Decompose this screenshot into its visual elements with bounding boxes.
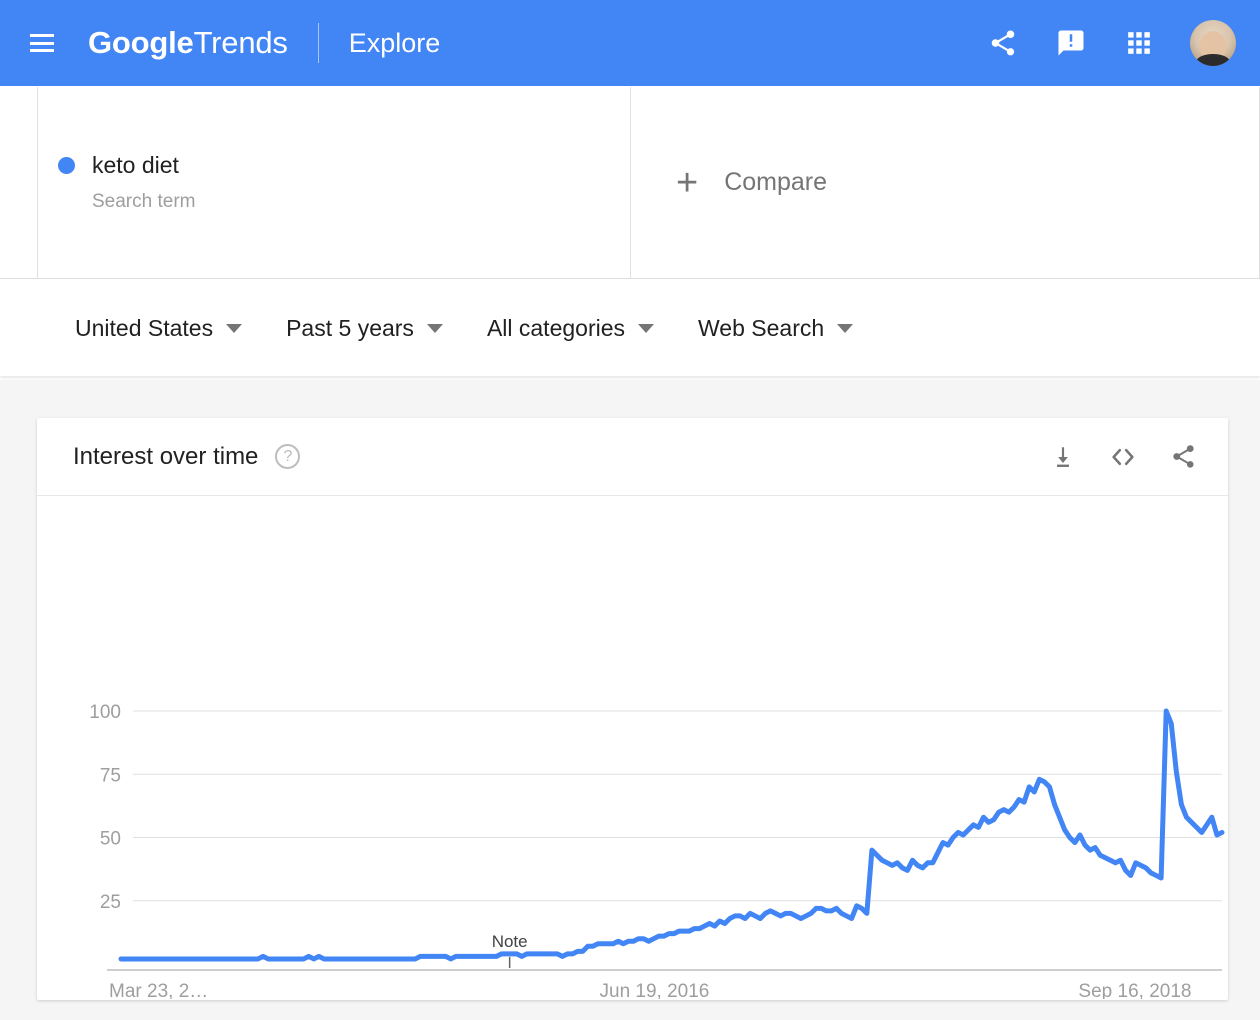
- filter-bar: United States Past 5 years All categorie…: [0, 280, 1260, 376]
- download-icon[interactable]: [1048, 442, 1078, 472]
- filter-location-label: United States: [75, 314, 214, 341]
- interest-over-time-chart[interactable]: 25 50 75 100 Mar 23, 2… Jun 19, 2016 Sep 16, 2…: [37, 496, 1228, 999]
- header-divider: [317, 23, 319, 63]
- google-trends-logo[interactable]: GoogleTrends: [88, 25, 288, 61]
- user-avatar[interactable]: [1190, 20, 1236, 66]
- hamburger-icon[interactable]: [30, 34, 54, 52]
- compare-label: Compare: [724, 168, 828, 196]
- filter-category[interactable]: All categories: [486, 314, 655, 342]
- feedback-icon[interactable]: [1054, 26, 1088, 60]
- chevron-down-icon: [226, 323, 243, 333]
- brand-google: Google: [88, 25, 194, 60]
- filter-location[interactable]: United States: [75, 314, 243, 342]
- plus-icon: +: [676, 161, 699, 204]
- share-icon[interactable]: [986, 26, 1020, 60]
- series-color-dot: [58, 157, 75, 174]
- header-actions: [986, 20, 1236, 66]
- filter-list: United States Past 5 years All categorie…: [75, 314, 854, 342]
- y-axis-tick-label: 100: [89, 702, 121, 723]
- filter-time-range-label: Past 5 years: [286, 314, 414, 341]
- chart-card-header: Interest over time ?: [37, 418, 1228, 496]
- filter-search-type-label: Web Search: [698, 314, 825, 341]
- trend-line-series: [118, 708, 1225, 962]
- compare-button[interactable]: + Compare: [631, 87, 1260, 278]
- search-terms-row: keto diet Search term + Compare: [0, 87, 1260, 279]
- x-axis-tick-label: Sep 16, 2018: [1078, 981, 1191, 999]
- apps-grid-icon[interactable]: [1122, 26, 1156, 60]
- search-term-type: Search term: [92, 191, 196, 212]
- trend-line-chart: 25 50 75 100 Mar 23, 2… Jun 19, 2016 Sep 16, 2…: [89, 702, 1225, 999]
- y-axis-tick-label: 50: [100, 829, 121, 850]
- filter-search-type[interactable]: Web Search: [698, 314, 854, 342]
- chart-note-annotation: Note: [492, 932, 528, 951]
- y-axis-tick-label: 25: [100, 892, 121, 913]
- brand-trends: Trends: [193, 25, 288, 60]
- filter-category-label: All categories: [486, 314, 626, 341]
- filter-time-range[interactable]: Past 5 years: [286, 315, 443, 342]
- page-body: Interest over time ? 25 50 75 100 Mar 23…: [0, 380, 1260, 1020]
- chevron-down-icon: [837, 323, 854, 333]
- chart-card-actions: [1048, 442, 1198, 472]
- y-axis-tick-label: 75: [100, 765, 121, 786]
- app-header: GoogleTrends Explore: [0, 0, 1260, 86]
- page-title: Interest over time: [73, 442, 259, 470]
- interest-over-time-card: Interest over time ? 25 50 75 100 Mar 23…: [37, 418, 1228, 1000]
- chevron-down-icon: [638, 323, 655, 333]
- search-term-line: keto diet: [58, 152, 630, 179]
- explore-nav-item[interactable]: Explore: [349, 28, 441, 59]
- x-axis-tick-label: Jun 19, 2016: [600, 981, 710, 999]
- help-circle-icon[interactable]: ?: [275, 444, 301, 469]
- share-icon[interactable]: [1168, 442, 1198, 472]
- search-term-label: keto diet: [92, 152, 179, 178]
- search-term-card[interactable]: keto diet Search term: [37, 87, 631, 278]
- chevron-down-icon: [426, 323, 443, 333]
- x-axis-tick-label: Mar 23, 2…: [109, 981, 208, 999]
- embed-code-icon[interactable]: [1108, 442, 1138, 472]
